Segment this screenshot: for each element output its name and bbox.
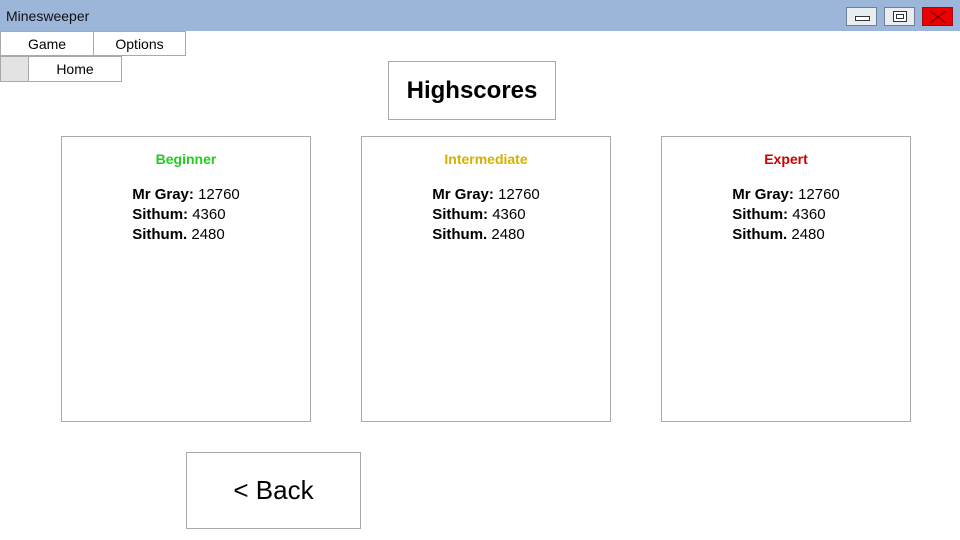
score-name: Mr Gray: bbox=[732, 186, 794, 203]
menu-game[interactable]: Game bbox=[0, 31, 94, 56]
score-name: Sithum. bbox=[132, 226, 188, 243]
minimize-button[interactable] bbox=[846, 7, 877, 26]
page-title: Highscores bbox=[388, 61, 556, 120]
score-value: 4360 bbox=[492, 206, 526, 223]
score-value: 12760 bbox=[198, 186, 240, 203]
score-name: Mr Gray: bbox=[432, 186, 494, 203]
score-row: Mr Gray: 12760 bbox=[432, 185, 540, 205]
panel-title: Intermediate bbox=[444, 151, 528, 167]
panel-title: Beginner bbox=[155, 151, 217, 167]
score-name: Sithum. bbox=[732, 226, 788, 243]
score-name: Sithum: bbox=[432, 206, 489, 223]
title-bar: Minesweeper bbox=[0, 0, 960, 31]
score-name: Sithum: bbox=[132, 206, 189, 223]
close-icon bbox=[929, 10, 947, 24]
score-row: Sithum. 2480 bbox=[132, 225, 240, 245]
score-row: Mr Gray: 12760 bbox=[732, 185, 840, 205]
score-row: Sithum. 2480 bbox=[732, 225, 840, 245]
maximize-button[interactable] bbox=[884, 7, 915, 26]
score-row: Sithum: 4360 bbox=[432, 205, 540, 225]
score-name: Sithum: bbox=[732, 206, 789, 223]
score-row: Mr Gray: 12760 bbox=[132, 185, 240, 205]
score-value: 12760 bbox=[798, 186, 840, 203]
score-value: 4360 bbox=[192, 206, 226, 223]
highscore-panel-expert: Expert Mr Gray: 12760 Sithum: 4360 Sithu… bbox=[661, 136, 911, 422]
highscore-panel-beginner: Beginner Mr Gray: 12760 Sithum: 4360 Sit… bbox=[61, 136, 311, 422]
score-value: 12760 bbox=[498, 186, 540, 203]
panel-title: Expert bbox=[764, 151, 808, 167]
score-name: Mr Gray: bbox=[132, 186, 194, 203]
score-value: 2480 bbox=[191, 226, 225, 243]
tab-home[interactable]: Home bbox=[28, 56, 122, 82]
score-list: Mr Gray: 12760 Sithum: 4360 Sithum. 2480 bbox=[62, 185, 310, 245]
maximize-icon bbox=[893, 11, 907, 22]
score-value: 2480 bbox=[791, 226, 825, 243]
score-name: Sithum. bbox=[432, 226, 488, 243]
tab-gutter bbox=[0, 56, 29, 82]
score-row: Sithum: 4360 bbox=[732, 205, 840, 225]
score-row: Sithum: 4360 bbox=[132, 205, 240, 225]
highscore-panel-intermediate: Intermediate Mr Gray: 12760 Sithum: 4360… bbox=[361, 136, 611, 422]
close-button[interactable] bbox=[922, 7, 953, 26]
minimize-icon bbox=[855, 16, 870, 21]
score-value: 4360 bbox=[792, 206, 826, 223]
menu-options[interactable]: Options bbox=[93, 31, 186, 56]
score-row: Sithum. 2480 bbox=[432, 225, 540, 245]
back-button[interactable]: < Back bbox=[186, 452, 361, 529]
score-list: Mr Gray: 12760 Sithum: 4360 Sithum. 2480 bbox=[662, 185, 910, 245]
score-list: Mr Gray: 12760 Sithum: 4360 Sithum. 2480 bbox=[362, 185, 610, 245]
window-title: Minesweeper bbox=[6, 8, 90, 24]
score-value: 2480 bbox=[491, 226, 525, 243]
